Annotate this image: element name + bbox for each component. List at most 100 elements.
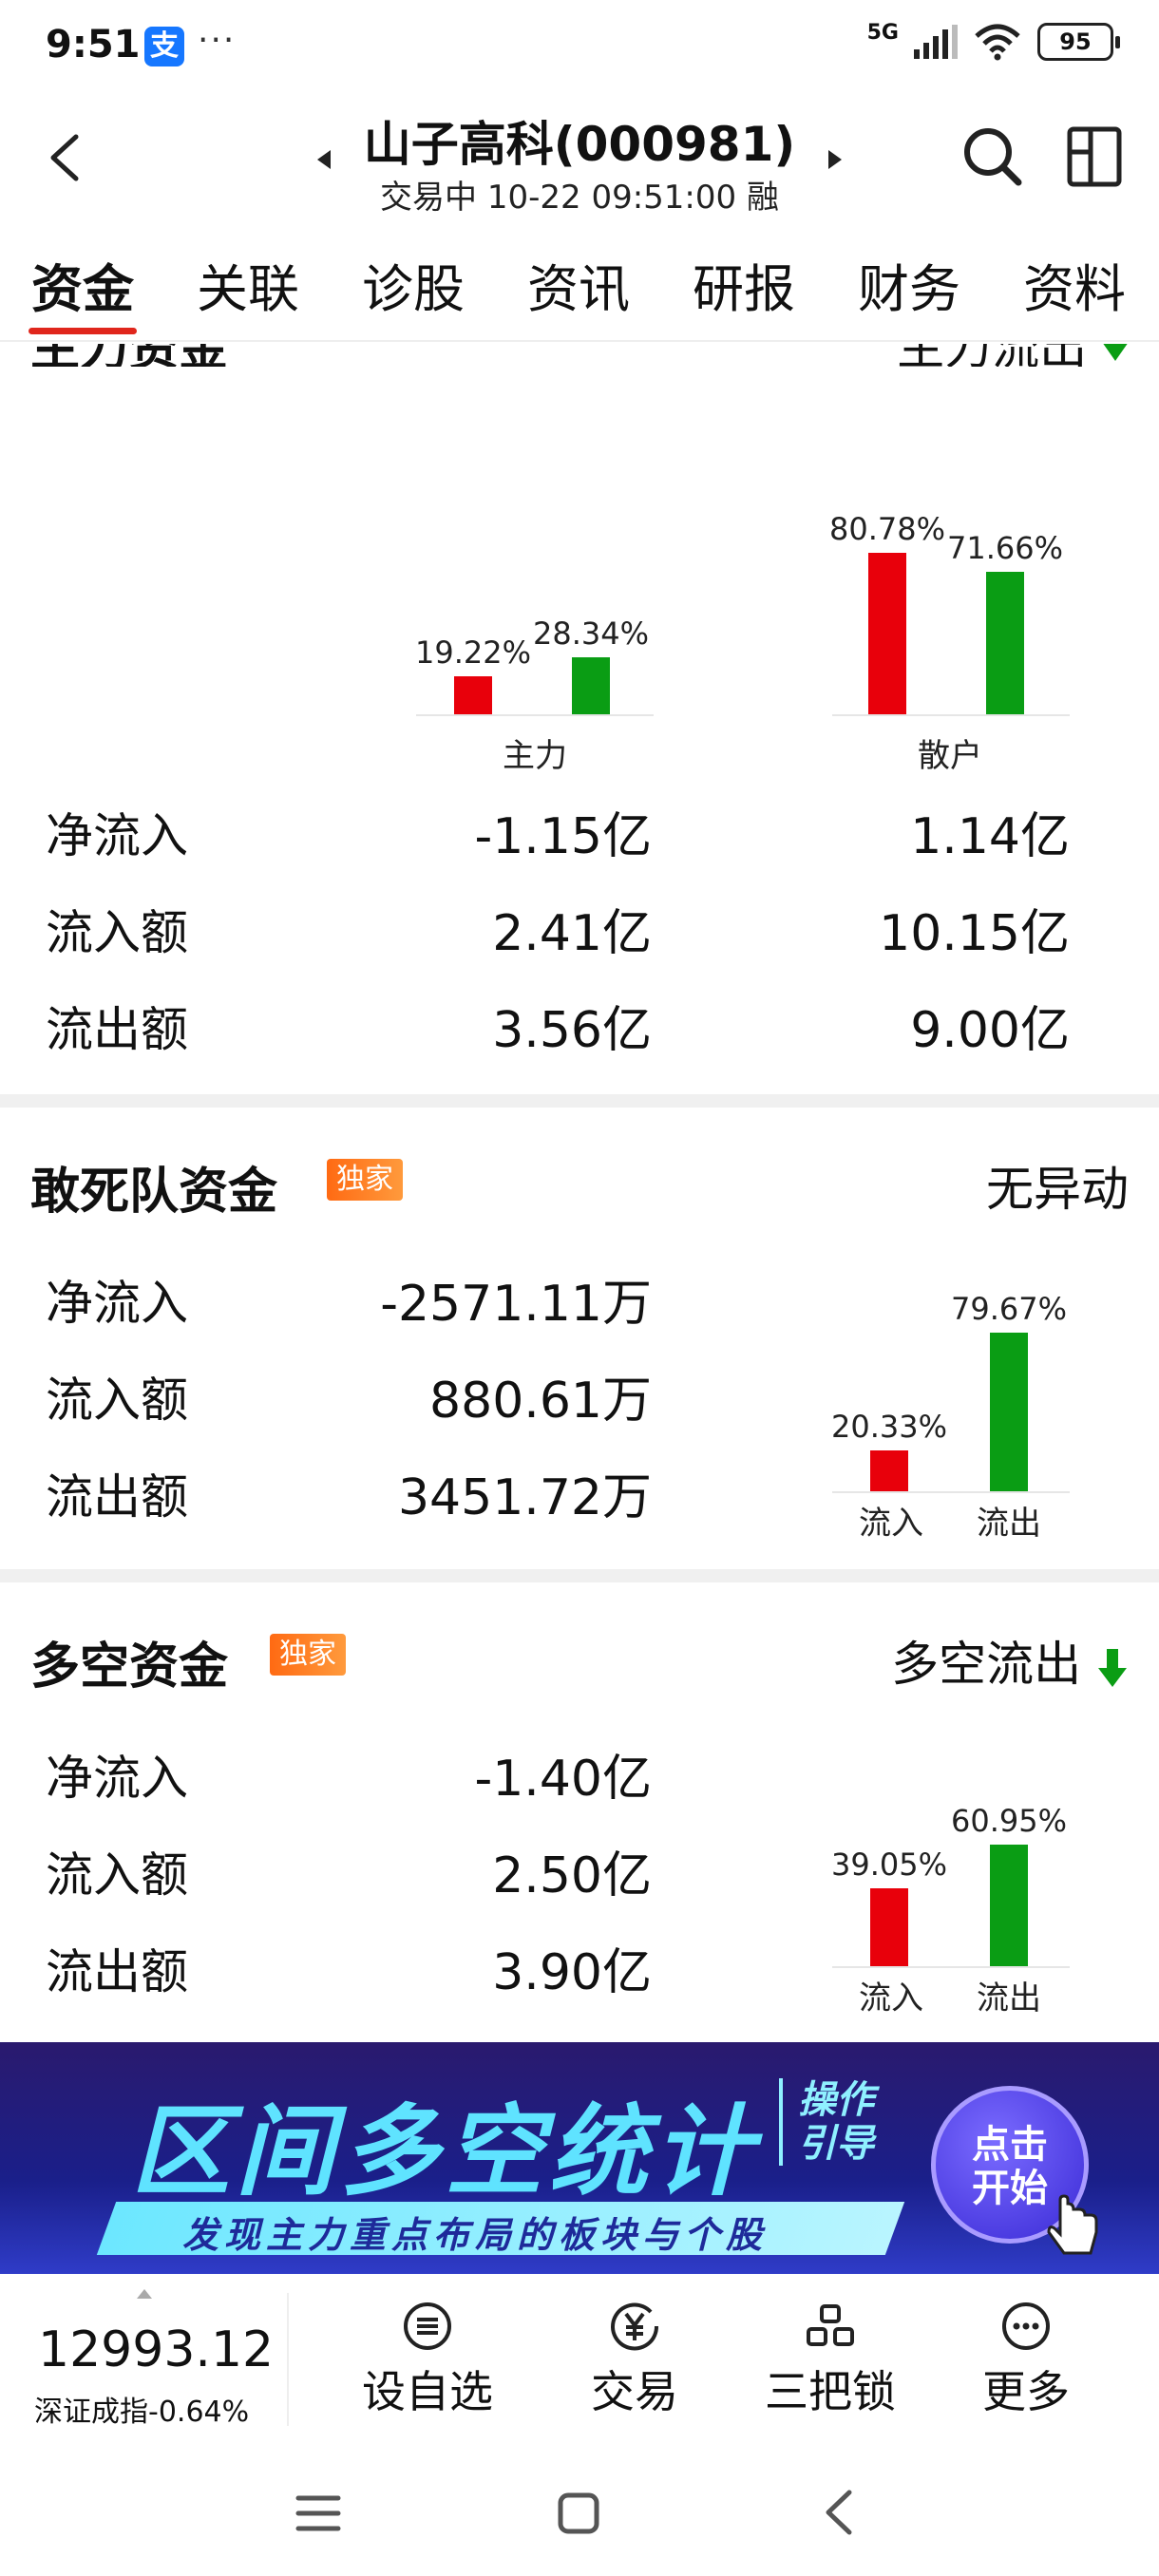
row-label: 流出额: [46, 1944, 188, 1999]
search-icon[interactable]: [960, 123, 1026, 190]
longshort-inflow: 2.50亿: [492, 1847, 652, 1904]
status-right: 5G 95: [866, 20, 1120, 61]
data-label: 39.05%: [830, 1847, 947, 1883]
dare-inflow: 880.61万: [429, 1373, 652, 1430]
wifi-icon: [975, 24, 1020, 61]
data-label: 20.33%: [830, 1409, 947, 1445]
tab-bar: 资金 关联 诊股 资讯 研报 财务 资料: [0, 247, 1159, 342]
tool-label: 三把锁: [765, 2366, 896, 2417]
tabs-divider: [0, 340, 1159, 342]
home-icon[interactable]: [557, 2491, 600, 2535]
chart-baseline: [832, 1491, 1070, 1493]
menu-icon[interactable]: [294, 2492, 342, 2534]
dare-net-inflow: -2571.11万: [380, 1276, 652, 1333]
inflow-label: 流入: [859, 1979, 923, 2017]
tab-research[interactable]: 研报: [661, 247, 826, 342]
network-type: 5G: [866, 20, 899, 45]
yuan-circle-icon: [611, 2302, 659, 2351]
three-locks-button[interactable]: 三把锁: [745, 2301, 916, 2420]
main-inflow: 2.41亿: [492, 905, 652, 962]
next-stock-icon[interactable]: [828, 150, 842, 169]
outflow-label: 流出: [977, 1505, 1041, 1543]
bottom-toolbar: 12993.12 深证成指-0.64% 设自选 交易 三把锁 更多: [0, 2274, 1159, 2451]
main-fund-section: 主力资金 主力流出 19.22% 28.34% 主力 80.78% 71.66%…: [0, 344, 1159, 1094]
system-nav-bar: [0, 2451, 1159, 2576]
tab-related[interactable]: 关联: [165, 247, 331, 342]
more-button[interactable]: 更多: [940, 2301, 1112, 2420]
dare-fund-section: 敢死队资金 独家 无异动 净流入 -2571.11万 流入额 880.61万 流…: [0, 1108, 1159, 1569]
section-title: 敢死队资金: [30, 1164, 278, 1221]
promo-banner[interactable]: 区间多空统计 操作 引导 发现主力重点布局的板块与个股 点击 开始: [0, 2042, 1159, 2274]
outflow-label: 流出: [977, 1979, 1041, 2017]
hand-cursor-icon: [1047, 2194, 1098, 2255]
longshort-fund-section: 多空资金 独家 多空流出 净流入 -1.40亿 流入额 2.50亿 流出额 3.…: [0, 1582, 1159, 2042]
row-label: 流入额: [46, 1847, 188, 1903]
layout-switch-icon[interactable]: [1064, 123, 1125, 190]
arrow-down-icon: [1102, 344, 1129, 361]
chart-bar: [870, 1888, 908, 1966]
tab-profile[interactable]: 资料: [992, 247, 1157, 342]
tab-finance[interactable]: 财务: [826, 247, 992, 342]
start-button-line: 点击: [972, 2123, 1048, 2167]
tab-news[interactable]: 资讯: [496, 247, 661, 342]
data-label: 28.34%: [532, 616, 649, 652]
tool-label: 交易: [591, 2366, 678, 2417]
section-divider: [0, 1094, 1159, 1108]
back-nav-icon[interactable]: [823, 2489, 855, 2536]
retail-outflow: 9.00亿: [910, 1002, 1070, 1059]
banner-subtitle: 发现主力重点布局的板块与个股: [182, 2214, 769, 2256]
chart-baseline: [832, 1966, 1070, 1968]
header: 山子高科(000981) 交易中 10-22 09:51:00 融: [0, 95, 1159, 228]
chart-bar: [990, 1333, 1028, 1491]
main-outflow-label[interactable]: 主力流出: [897, 344, 1129, 367]
retail-net-inflow: 1.14亿: [910, 808, 1070, 865]
longshort-net-inflow: -1.40亿: [474, 1751, 652, 1808]
group-label: 散户: [918, 737, 982, 775]
chart-bar: [572, 657, 610, 714]
section-divider: [0, 1569, 1159, 1582]
chart-baseline: [832, 714, 1070, 716]
section-title: 主力资金: [30, 344, 228, 367]
chart-bar: [990, 1845, 1028, 1966]
lock-icon: [807, 2304, 854, 2346]
dare-status-label: 无异动: [986, 1162, 1129, 1217]
chart-bar: [454, 676, 492, 714]
exclusive-badge: 独家: [327, 1159, 403, 1201]
row-label: 净流入: [46, 1276, 188, 1331]
row-label: 流出额: [46, 1469, 188, 1525]
more-icon: [1002, 2302, 1050, 2350]
alipay-icon: 支: [144, 27, 184, 66]
list-circle-icon: [404, 2302, 451, 2350]
section-title: 多空资金: [30, 1638, 229, 1695]
tool-label: 设自选: [362, 2366, 493, 2417]
row-label: 流入额: [46, 1373, 188, 1428]
signal-icon: [914, 25, 958, 59]
data-label: 79.67%: [950, 1291, 1067, 1327]
main-outflow: 3.56亿: [492, 1002, 652, 1059]
tab-diagnosis[interactable]: 诊股: [331, 247, 496, 342]
banner-side-text: 操作 引导: [779, 2078, 874, 2166]
retail-inflow: 10.15亿: [879, 905, 1070, 962]
trade-button[interactable]: 交易: [549, 2301, 720, 2420]
chart-bar: [986, 572, 1024, 714]
row-label: 流入额: [46, 905, 188, 960]
arrow-down-icon: [1098, 1648, 1127, 1687]
chart-bar: [870, 1450, 908, 1491]
data-label: 19.22%: [414, 635, 531, 671]
banner-side-line: 引导: [798, 2122, 874, 2166]
add-watchlist-button[interactable]: 设自选: [342, 2301, 513, 2420]
toolbar-separator: [287, 2293, 289, 2426]
data-label: 71.66%: [946, 530, 1063, 566]
more-notifications-icon: ···: [198, 21, 237, 60]
expand-up-icon[interactable]: [137, 2289, 152, 2299]
group-label: 主力: [503, 737, 567, 775]
index-change: 深证成指-0.64%: [34, 2396, 250, 2429]
status-bar: 9:51 支 ··· 5G 95: [0, 0, 1159, 95]
index-value[interactable]: 12993.12: [38, 2321, 274, 2378]
longshort-outflow-label[interactable]: 多空流出: [891, 1626, 1129, 1695]
main-outflow-text: 主力流出: [897, 344, 1087, 367]
banner-side-line: 操作: [798, 2078, 874, 2122]
tool-label: 更多: [982, 2366, 1070, 2417]
tab-funds[interactable]: 资金: [0, 247, 165, 342]
longshort-outflow: 3.90亿: [492, 1944, 652, 2001]
